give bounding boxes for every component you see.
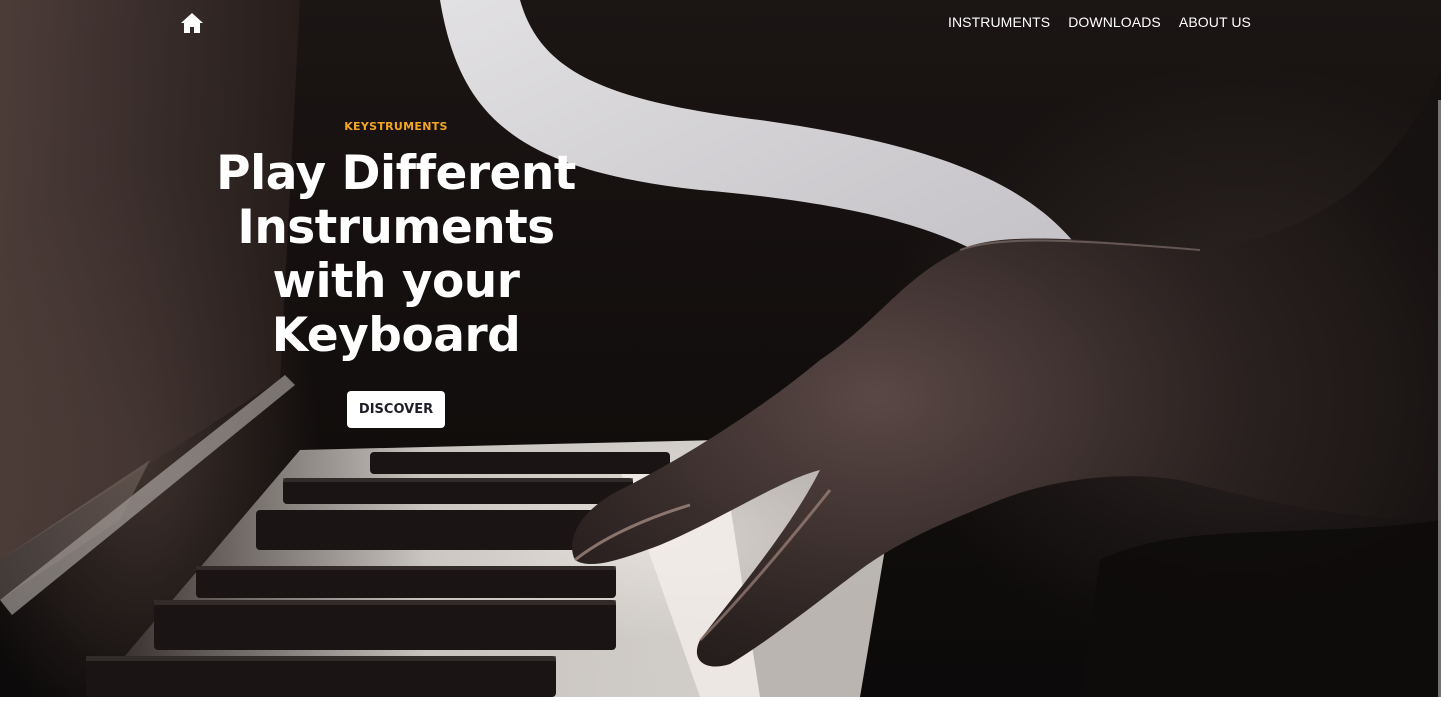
hero-content: KEYSTRUMENTS Play Different Instruments … bbox=[196, 120, 596, 428]
discover-button[interactable]: DISCOVER bbox=[346, 391, 446, 428]
home-icon-link[interactable] bbox=[180, 12, 204, 34]
brand-eyebrow: KEYSTRUMENTS bbox=[344, 120, 448, 133]
hero-section: INSTRUMENTS DOWNLOADS ABOUT US KEYSTRUME… bbox=[0, 0, 1441, 697]
home-icon bbox=[181, 13, 203, 33]
nav-item-about-us[interactable]: ABOUT US bbox=[1179, 14, 1251, 30]
hero-title: Play Different Instruments with your Key… bbox=[216, 146, 576, 363]
nav-item-instruments[interactable]: INSTRUMENTS bbox=[948, 14, 1050, 30]
main-nav: INSTRUMENTS DOWNLOADS ABOUT US bbox=[948, 14, 1251, 30]
nav-item-downloads[interactable]: DOWNLOADS bbox=[1068, 14, 1161, 30]
